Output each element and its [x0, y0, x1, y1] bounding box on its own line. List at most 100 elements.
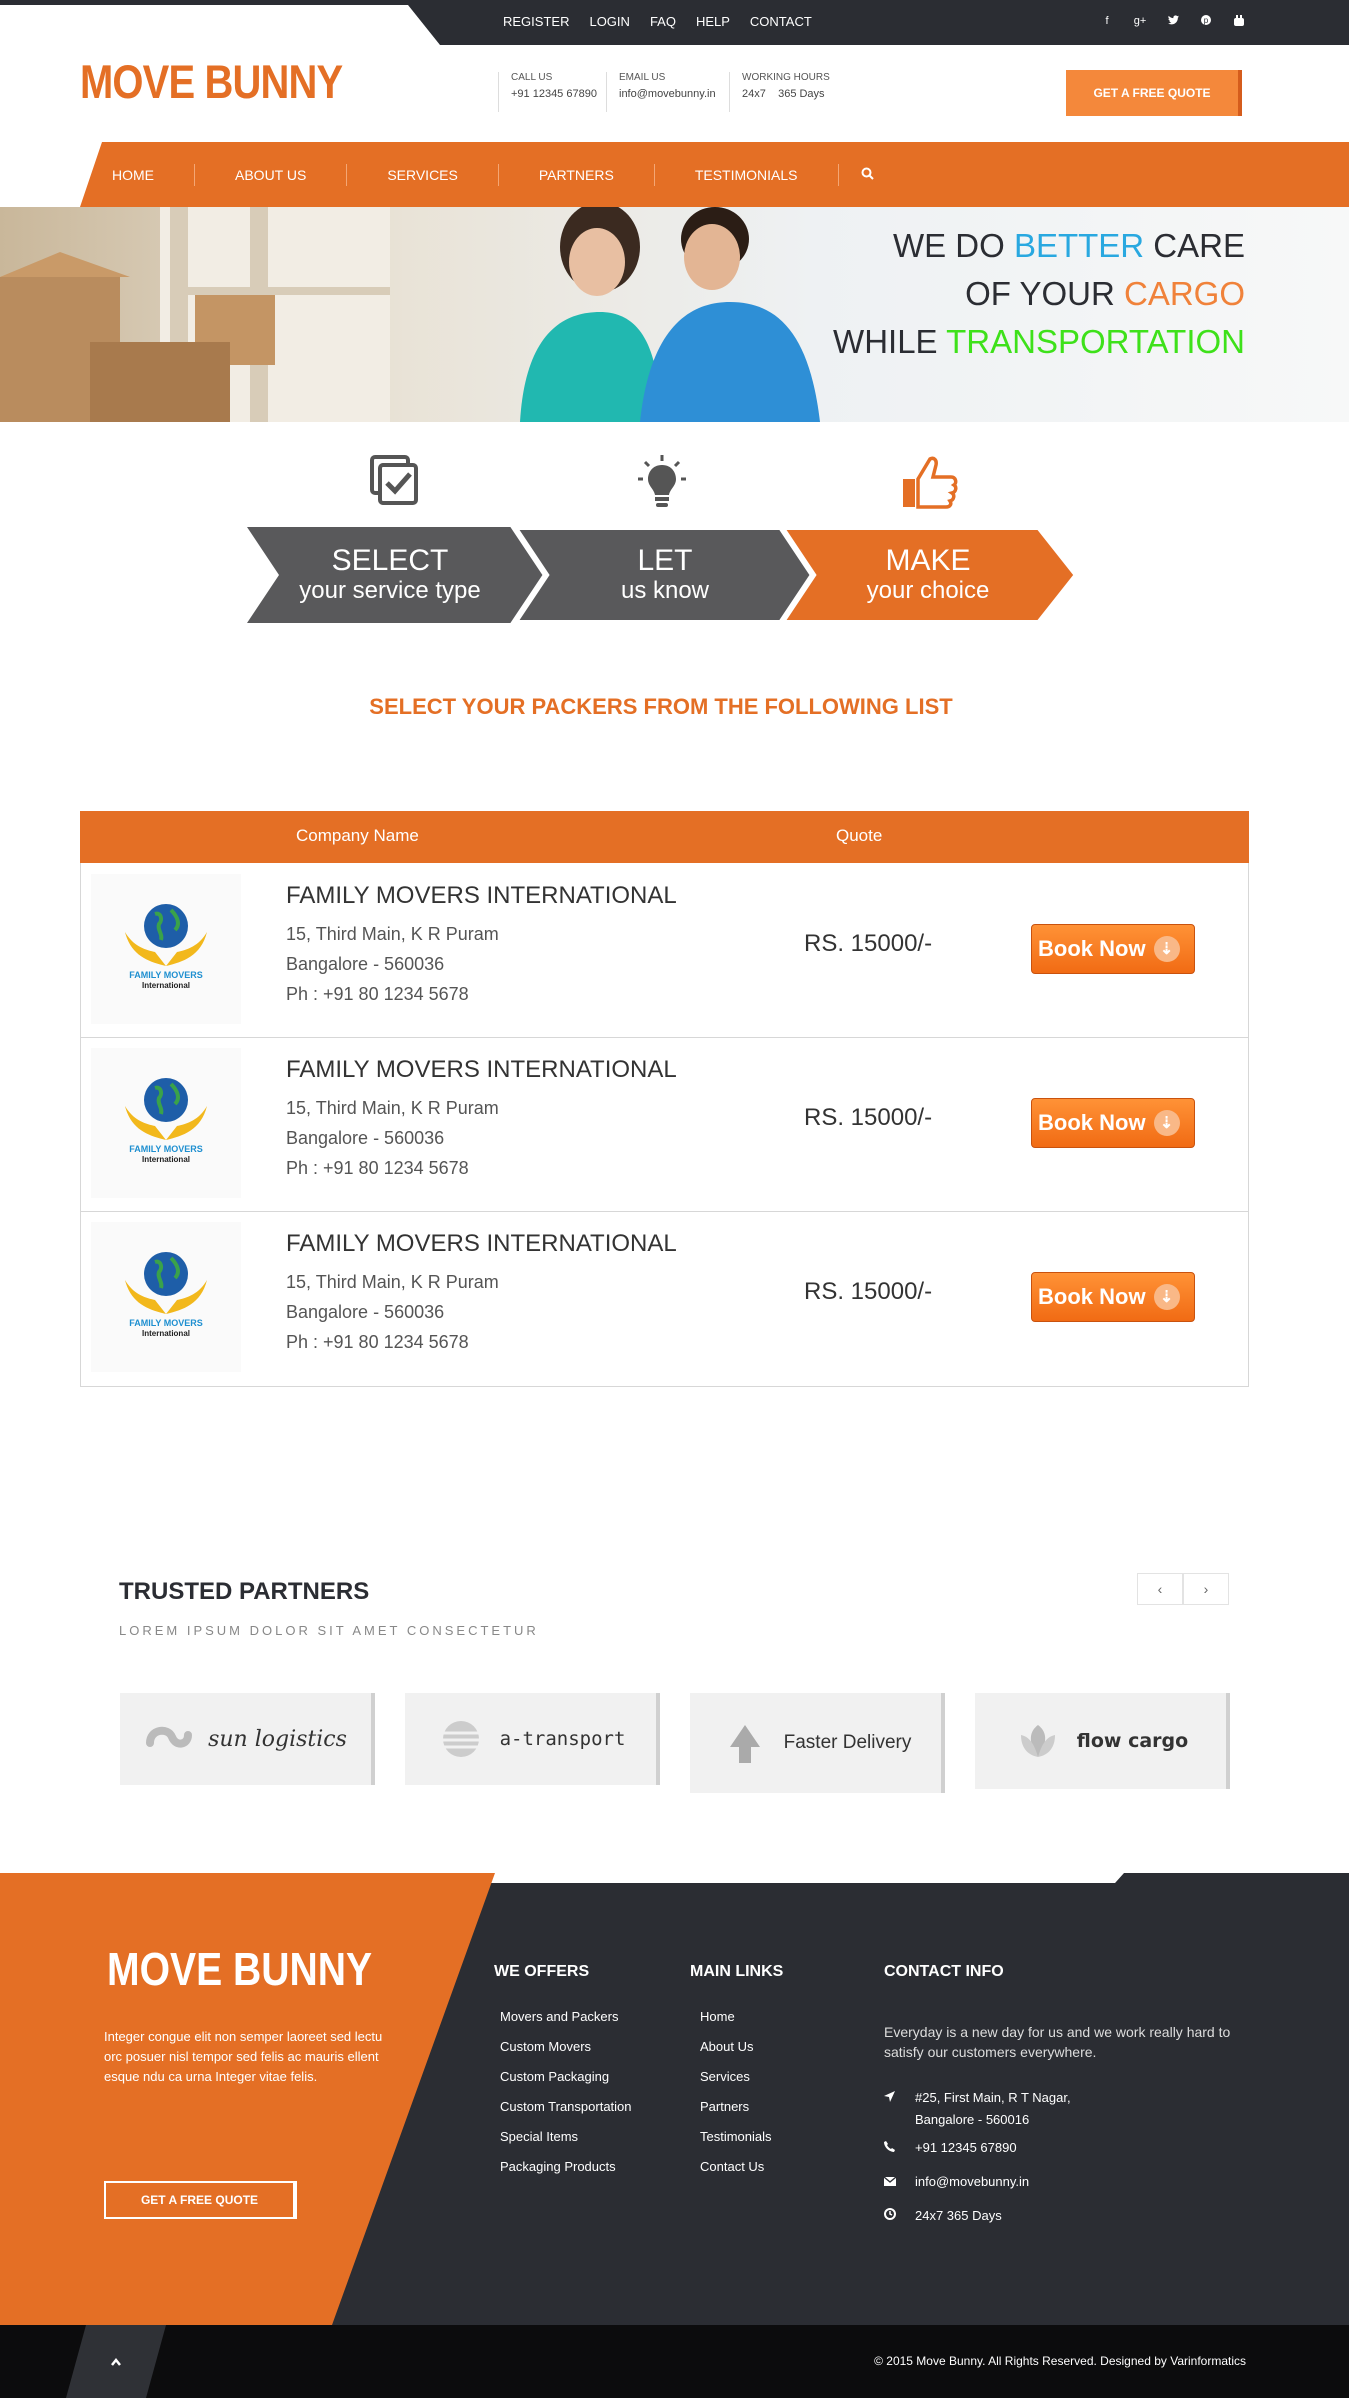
- facebook-icon[interactable]: f: [1100, 15, 1114, 29]
- step-make: MAKE your choice: [818, 527, 1038, 623]
- table-row: FAMILY MOVERS International FAMILY MOVERS …: [81, 1038, 1248, 1212]
- footer-offer-link[interactable]: Special Items: [500, 2122, 632, 2152]
- working-hours-label: WORKING HOURS: [742, 72, 830, 83]
- we-offers-list: Movers and Packers Custom Movers Custom …: [500, 2002, 632, 2182]
- nav-partners[interactable]: PARTNERS: [539, 167, 614, 183]
- logo-text: FAMILY MOVERS: [129, 1144, 203, 1154]
- footer-get-quote-button[interactable]: GET A FREE QUOTE: [104, 2181, 297, 2219]
- step-title: LET: [637, 544, 693, 577]
- book-now-button[interactable]: Book Now ⇣: [1031, 924, 1195, 974]
- nav-services[interactable]: SERVICES: [387, 167, 458, 183]
- sun-logistics-logo-icon: [146, 1726, 193, 1748]
- nav-home[interactable]: HOME: [112, 167, 154, 183]
- address-line-2: Bangalore - 560036: [286, 1128, 445, 1148]
- partner-flow-cargo[interactable]: flow cargo: [975, 1693, 1230, 1789]
- hero-text-segment: CARE: [1144, 227, 1245, 264]
- footer-offer-link[interactable]: Custom Transportation: [500, 2092, 632, 2122]
- chevron-up-icon: [111, 2357, 121, 2366]
- main-links-title: MAIN LINKS: [690, 1963, 784, 1980]
- nav-about-us[interactable]: ABOUT US: [235, 167, 306, 183]
- step-subtitle: us know: [620, 577, 710, 604]
- call-us-label: CALL US: [511, 72, 553, 83]
- copyright-text: © 2015 Move Bunny. All Rights Reserved. …: [874, 2354, 1246, 2368]
- nav-divider: [346, 164, 348, 186]
- twitter-icon[interactable]: [1166, 15, 1180, 29]
- footer-about-link[interactable]: About Us: [700, 2032, 772, 2062]
- table-row: FAMILY MOVERS International FAMILY MOVERS …: [81, 1212, 1248, 1386]
- faq-link[interactable]: FAQ: [650, 14, 676, 29]
- partner-name: flow cargo: [1076, 1730, 1189, 1752]
- step-title: SELECT: [331, 544, 449, 577]
- table-row: FAMILY MOVERS International FAMILY MOVERS …: [81, 864, 1248, 1038]
- footer-partners-link[interactable]: Partners: [700, 2092, 772, 2122]
- footer-services-link[interactable]: Services: [700, 2062, 772, 2092]
- contact-email: info@movebunny.in: [883, 2171, 1029, 2193]
- book-now-button[interactable]: Book Now ⇣: [1031, 1098, 1195, 1148]
- nav-testimonials[interactable]: TESTIMONIALS: [695, 167, 798, 183]
- register-link[interactable]: REGISTER: [503, 14, 569, 29]
- partners-prev-button[interactable]: ‹: [1137, 1573, 1183, 1605]
- book-now-button[interactable]: Book Now ⇣: [1031, 1272, 1195, 1322]
- footer-about-text: Integer congue elit non semper laoreet s…: [104, 2029, 383, 2084]
- company-phone: Ph : +91 80 1234 5678: [286, 984, 469, 1004]
- company-name[interactable]: FAMILY MOVERS INTERNATIONAL: [286, 882, 677, 910]
- hours-text: 24x7 365 Days: [915, 2208, 1002, 2223]
- clock-icon: [884, 2205, 898, 2227]
- footer-contact-link[interactable]: Contact Us: [700, 2152, 772, 2182]
- step-let: LET us know: [555, 527, 775, 623]
- step-subtitle: your choice: [866, 577, 990, 604]
- company-name[interactable]: FAMILY MOVERS INTERNATIONAL: [286, 1056, 677, 1084]
- quote-value: RS. 15000/-: [804, 1278, 933, 1305]
- email-us-value: info@movebunny.in: [619, 88, 716, 100]
- site-logo[interactable]: MOVE BUNNY: [80, 54, 343, 109]
- hero-highlight-better: BETTER: [1013, 227, 1145, 264]
- logo-subtext: International: [142, 981, 190, 990]
- footer-offer-link[interactable]: Custom Movers: [500, 2032, 632, 2062]
- trusted-partners-subtitle: LOREM IPSUM DOLOR SIT AMET CONSECTETUR: [119, 1623, 539, 1638]
- address-line-2: Bangalore - 560016: [915, 2112, 1030, 2127]
- footer-offer-link[interactable]: Packaging Products: [500, 2152, 632, 2182]
- partners-next-button[interactable]: ›: [1183, 1573, 1229, 1605]
- trusted-partners-title: TRUSTED PARTNERS: [119, 1578, 370, 1605]
- hero-headline: WE DO BETTER CARE OF YOUR CARGO WHILE TR…: [833, 222, 1245, 366]
- partner-sun-logistics[interactable]: sun logistics: [120, 1693, 375, 1785]
- call-us-block: CALL US +91 12345 67890: [498, 72, 597, 112]
- main-nav-items: HOME ABOUT US SERVICES PARTNERS TESTIMON…: [112, 164, 874, 186]
- company-name[interactable]: FAMILY MOVERS INTERNATIONAL: [286, 1230, 677, 1258]
- hero-line-1: WE DO BETTER CARE: [833, 222, 1245, 270]
- step-subtitle: your service type: [299, 577, 481, 604]
- email-text[interactable]: info@movebunny.in: [915, 2171, 1029, 2193]
- partner-a-transport[interactable]: a-transport: [405, 1693, 660, 1785]
- a-transport-logo-icon: [442, 1721, 479, 1757]
- footer-offer-link[interactable]: Movers and Packers: [500, 2002, 632, 2032]
- book-now-label: Book Now: [1038, 1110, 1146, 1135]
- youtube-icon[interactable]: [1232, 15, 1246, 29]
- partner-name: Faster Delivery: [783, 1732, 912, 1753]
- footer-home-link[interactable]: Home: [700, 2002, 772, 2032]
- footer-offer-link[interactable]: Custom Packaging: [500, 2062, 632, 2092]
- checkbox-icon: [370, 455, 420, 510]
- contact-intro-text: Everyday is a new day for us and we work…: [884, 2024, 1231, 2060]
- search-icon[interactable]: [861, 167, 874, 183]
- phone-text: +91 12345 67890: [915, 2140, 1017, 2155]
- get-quote-button[interactable]: GET A FREE QUOTE: [1066, 70, 1242, 116]
- partner-faster-delivery[interactable]: Faster Delivery: [690, 1693, 945, 1793]
- footer-logo[interactable]: MOVE BUNNY: [107, 1942, 372, 1996]
- company-phone: Ph : +91 80 1234 5678: [286, 1158, 469, 1178]
- footer-testimonials-link[interactable]: Testimonials: [700, 2122, 772, 2152]
- google-plus-icon[interactable]: g+: [1133, 15, 1147, 29]
- location-arrow-icon: [884, 2087, 898, 2131]
- social-links: f g+ p: [1100, 15, 1246, 29]
- login-link[interactable]: LOGIN: [589, 14, 629, 29]
- pinterest-icon[interactable]: p: [1199, 15, 1213, 29]
- company-logo: FAMILY MOVERS International: [91, 1048, 241, 1198]
- top-bar-white-cut: [0, 5, 440, 45]
- hero-text-segment: WE DO: [892, 227, 1014, 264]
- hero-highlight-cargo: CARGO: [1123, 275, 1245, 312]
- lightbulb-icon: [637, 455, 687, 510]
- packers-table-header: [80, 811, 1249, 863]
- contact-link[interactable]: CONTACT: [750, 14, 812, 29]
- arrow-down-icon: ⇣: [1153, 1110, 1180, 1136]
- book-now-label: Book Now: [1038, 936, 1146, 961]
- help-link[interactable]: HELP: [696, 14, 730, 29]
